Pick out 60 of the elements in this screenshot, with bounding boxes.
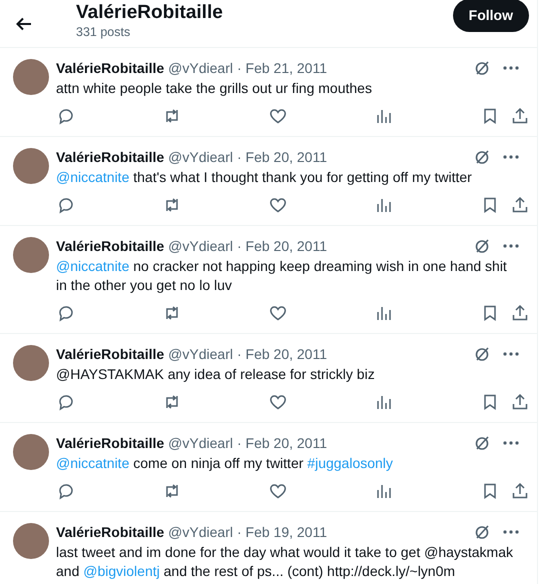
- reply-icon[interactable]: [57, 392, 75, 410]
- author-handle[interactable]: @vYdiearl: [168, 148, 233, 166]
- author-name[interactable]: ValérieRobitaille: [56, 237, 164, 255]
- avatar-photo[interactable]: [13, 237, 49, 273]
- reply-icon[interactable]: [57, 482, 75, 500]
- author-name[interactable]: ValérieRobitaille: [56, 59, 164, 77]
- author-name[interactable]: ValérieRobitaille: [56, 148, 164, 166]
- author-name[interactable]: ValérieRobitaille: [56, 523, 164, 541]
- slashed-circle-icon[interactable]: [473, 237, 491, 255]
- avatar-photo[interactable]: [13, 434, 49, 470]
- avatar-photo[interactable]: [13, 523, 49, 559]
- avatar-photo[interactable]: [13, 345, 49, 381]
- author-handle[interactable]: @vYdiearl: [168, 523, 233, 541]
- author-handle[interactable]: @vYdiearl: [168, 59, 233, 77]
- tweet-date[interactable]: · Feb 20, 2011: [236, 434, 327, 452]
- share-icon[interactable]: [511, 304, 529, 322]
- more-icon[interactable]: [503, 530, 519, 534]
- tweet-date[interactable]: · Feb 20, 2011: [236, 237, 327, 255]
- more-icon[interactable]: [503, 352, 519, 356]
- tweet-text: @niccatnite no cracker not happing keep dreaming wish in one hand shit in the other you get no lo luv: [56, 257, 508, 295]
- avatar-photo[interactable]: [13, 148, 49, 184]
- heart-icon[interactable]: [269, 392, 287, 410]
- tweet-text: @niccatnite come on ninja off my twitter #juggalosonly: [56, 454, 394, 473]
- heart-icon[interactable]: [269, 482, 287, 500]
- more-icon[interactable]: [503, 155, 519, 159]
- more-icon[interactable]: [503, 441, 519, 445]
- avatar-photo[interactable]: [13, 59, 49, 95]
- slashed-circle-icon[interactable]: [473, 523, 491, 541]
- heart-icon[interactable]: [269, 106, 287, 124]
- slashed-circle-icon[interactable]: [473, 345, 491, 363]
- author-name[interactable]: ValérieRobitaille: [56, 345, 164, 363]
- profile-name: ValérieRobitaille: [76, 1, 224, 24]
- follow-button[interactable]: Follow: [452, 0, 529, 32]
- share-icon[interactable]: [511, 392, 529, 410]
- heart-icon[interactable]: [269, 196, 287, 214]
- slashed-circle-icon[interactable]: [473, 434, 491, 452]
- more-icon[interactable]: [503, 66, 519, 70]
- tweet-text: attn white people take the grills out ur fing mouthes: [56, 79, 373, 98]
- more-icon[interactable]: [503, 244, 519, 248]
- post-count: 331 posts: [76, 24, 132, 40]
- slashed-circle-icon[interactable]: [473, 59, 491, 77]
- tweet-date[interactable]: · Feb 20, 2011: [236, 345, 327, 363]
- author-handle[interactable]: @vYdiearl: [168, 345, 233, 363]
- slashed-circle-icon[interactable]: [473, 148, 491, 166]
- author-handle[interactable]: @vYdiearl: [168, 434, 233, 452]
- tweet-date[interactable]: · Feb 20, 2011: [236, 148, 327, 166]
- share-icon[interactable]: [511, 482, 529, 500]
- tweet-text: @niccatnite that's what I thought thank you for getting off my twitter: [56, 168, 473, 187]
- share-icon[interactable]: [511, 106, 529, 124]
- tweet-text: @HAYSTAKMAK any idea of release for strickly biz: [56, 365, 376, 384]
- heart-icon[interactable]: [269, 304, 287, 322]
- reply-icon[interactable]: [57, 196, 75, 214]
- author-name[interactable]: ValérieRobitaille: [56, 434, 164, 452]
- tweet-date[interactable]: · Feb 19, 2011: [236, 523, 327, 541]
- tweet-text: last tweet and im done for the day what would it take to get @haystakmak and @bigviolentj and the rest of ps... (cont) http://deck.ly/~lyn0m: [56, 543, 514, 581]
- reply-icon[interactable]: [57, 106, 75, 124]
- reply-icon[interactable]: [57, 304, 75, 322]
- author-handle[interactable]: @vYdiearl: [168, 237, 233, 255]
- tweet-date[interactable]: · Feb 21, 2011: [236, 59, 327, 77]
- share-icon[interactable]: [511, 196, 529, 214]
